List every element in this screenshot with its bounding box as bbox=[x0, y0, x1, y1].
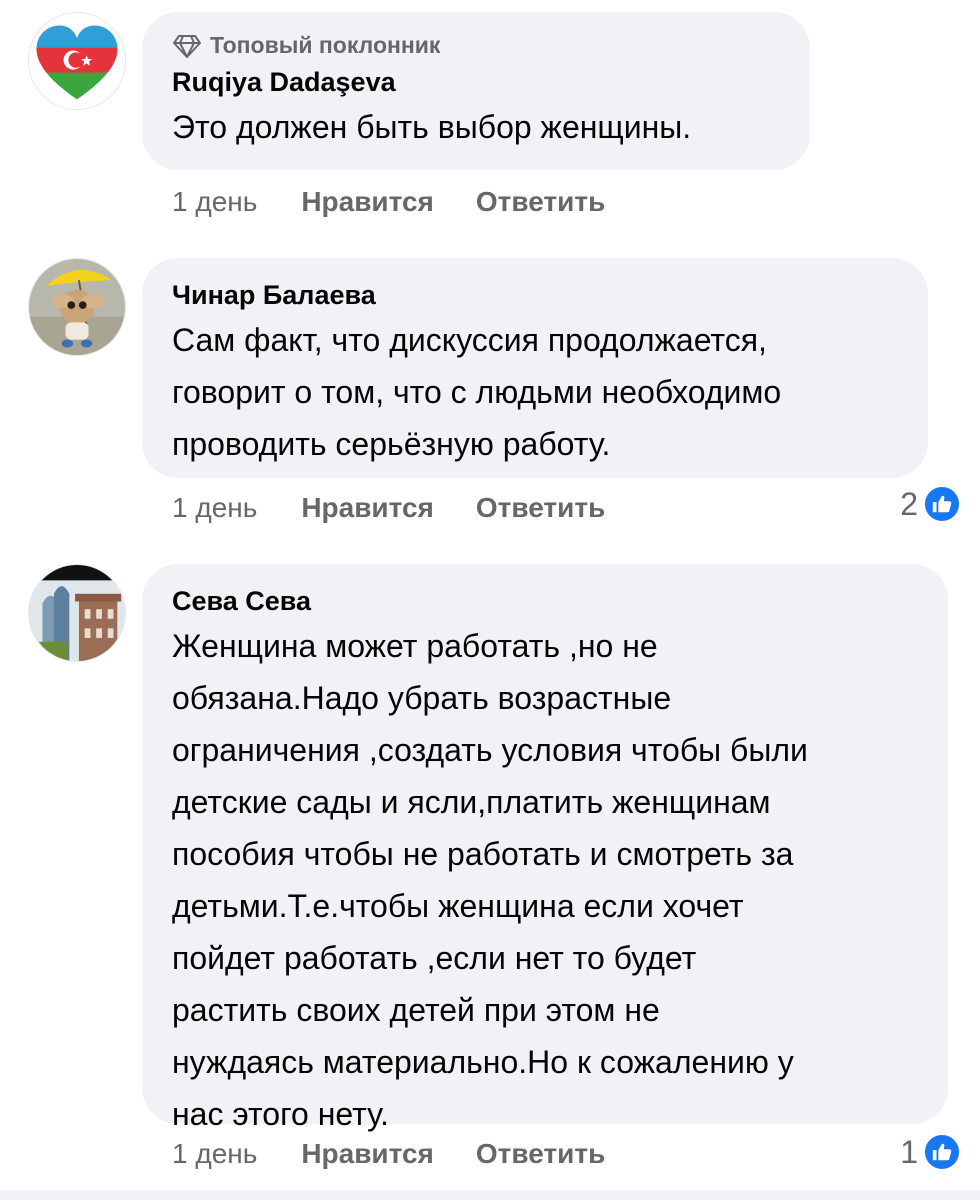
reply-button[interactable]: Ответить bbox=[476, 1138, 605, 1170]
reaction-count[interactable]: 2 bbox=[900, 484, 962, 524]
comment-actions: 1 день Нравится Ответить bbox=[172, 492, 647, 524]
timestamp[interactable]: 1 день bbox=[172, 1138, 257, 1170]
reply-button[interactable]: Ответить bbox=[476, 186, 605, 218]
reply-button[interactable]: Ответить bbox=[476, 492, 605, 524]
top-fan-badge: Топовый поклонник bbox=[172, 32, 780, 59]
comment-text: Это должен быть выбор женщины. bbox=[172, 109, 692, 145]
author-name[interactable]: Ruqiya Dadaşeva bbox=[172, 65, 780, 99]
divider bbox=[0, 1190, 980, 1200]
thumbs-up-icon bbox=[922, 1132, 962, 1172]
toy-photo-icon bbox=[29, 259, 125, 355]
author-name[interactable]: Сева Сева bbox=[172, 584, 918, 618]
like-count: 2 bbox=[900, 485, 918, 522]
comment-bubble: Сева Сева Женщина может работать ,но не … bbox=[142, 564, 948, 1132]
comment-actions: 1 день Нравится Ответить bbox=[172, 1138, 647, 1170]
comment-bubble: Чинар Балаева Сам факт, что дискуссия пр… bbox=[142, 258, 928, 478]
timestamp[interactable]: 1 день bbox=[172, 186, 257, 218]
comment-text: Сам факт, что дискуссия продолжается, го… bbox=[172, 322, 782, 462]
diamond-icon bbox=[173, 34, 201, 58]
avatar[interactable] bbox=[28, 12, 126, 110]
avatar[interactable] bbox=[28, 258, 126, 356]
city-photo-icon bbox=[29, 565, 125, 661]
like-button[interactable]: Нравится bbox=[301, 186, 434, 218]
comment-text: Женщина может работать ,но не обязана.На… bbox=[172, 628, 808, 1132]
avatar[interactable] bbox=[28, 564, 126, 662]
reaction-count[interactable]: 1 bbox=[900, 1132, 962, 1172]
like-button[interactable]: Нравится bbox=[301, 492, 434, 524]
thumbs-up-icon bbox=[922, 484, 962, 524]
badge-label: Топовый поклонник bbox=[210, 32, 441, 58]
like-count: 1 bbox=[900, 1133, 918, 1170]
author-name[interactable]: Чинар Балаева bbox=[172, 278, 898, 312]
comment-actions: 1 день Нравится Ответить bbox=[172, 186, 647, 218]
comment-bubble: Топовый поклонник Ruqiya Dadaşeva Это до… bbox=[142, 12, 810, 170]
timestamp[interactable]: 1 день bbox=[172, 492, 257, 524]
azerbaijan-flag-heart-icon bbox=[29, 13, 125, 109]
like-button[interactable]: Нравится bbox=[301, 1138, 434, 1170]
